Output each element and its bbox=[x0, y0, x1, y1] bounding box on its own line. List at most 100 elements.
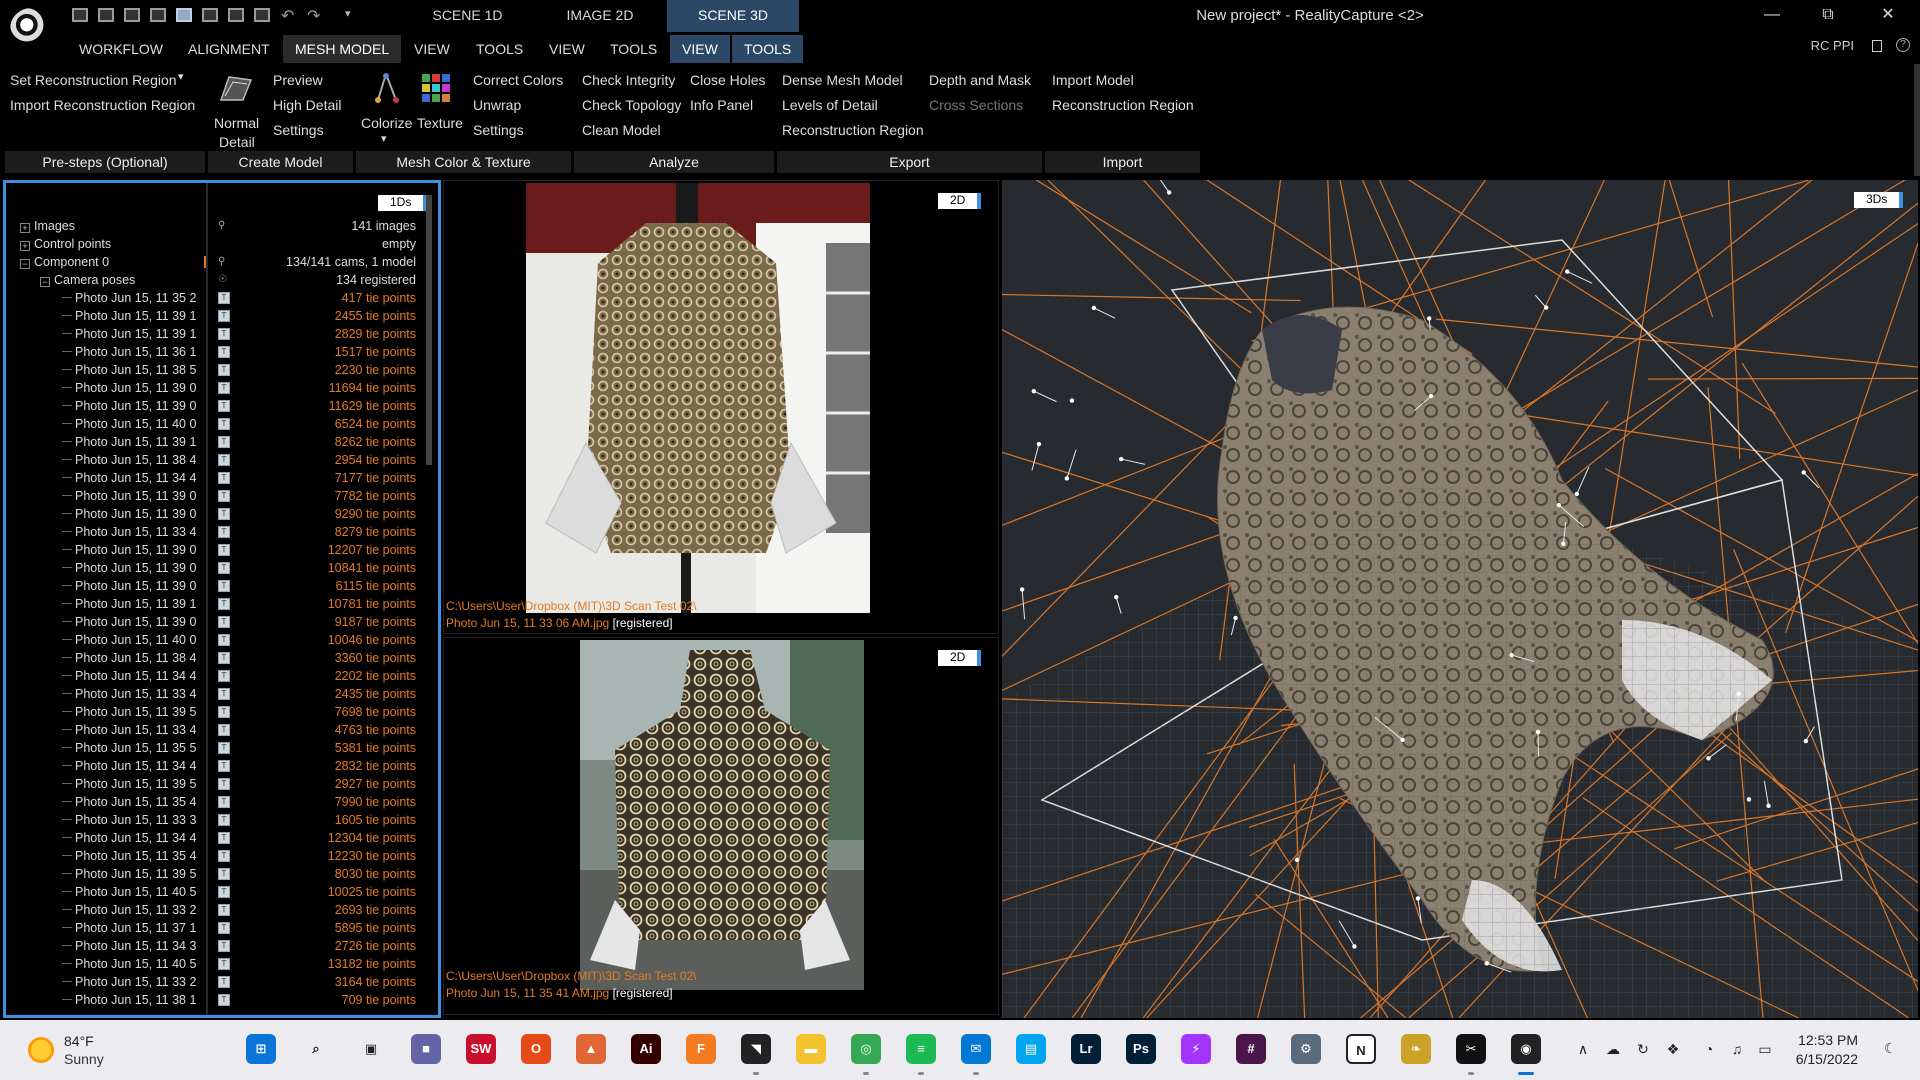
image-thumbnail-icon[interactable]: T bbox=[218, 742, 230, 754]
tab-image-2d[interactable]: IMAGE 2D bbox=[535, 0, 665, 32]
camera-pose-row[interactable]: Photo Jun 15, 11 39 0 bbox=[62, 379, 206, 397]
image-thumbnail-icon[interactable]: T bbox=[218, 364, 230, 376]
camera-pose-row[interactable]: Photo Jun 15, 11 33 4 bbox=[62, 523, 206, 541]
menu-tools-1[interactable]: TOOLS bbox=[464, 35, 535, 63]
image-thumbnail-icon[interactable]: T bbox=[218, 706, 230, 718]
camera-position-dot[interactable] bbox=[1535, 729, 1541, 735]
realitycapture-logo-icon[interactable] bbox=[10, 8, 52, 50]
camera-pose-row[interactable]: Photo Jun 15, 11 40 0 bbox=[62, 631, 206, 649]
camera-position-dot[interactable] bbox=[1294, 857, 1300, 863]
image-thumbnail-icon[interactable]: T bbox=[218, 778, 230, 790]
layout-1-icon[interactable] bbox=[72, 8, 88, 22]
camera-pose-row[interactable]: Photo Jun 15, 11 39 0 bbox=[62, 577, 206, 595]
camera-position-dot[interactable] bbox=[1801, 470, 1806, 475]
store-icon[interactable]: ▤ bbox=[1016, 1034, 1046, 1064]
camera-pose-row[interactable]: Photo Jun 15, 11 37 1 bbox=[62, 919, 206, 937]
export-reconstruction-region-button[interactable]: Reconstruction Region bbox=[782, 122, 924, 138]
menu-view-2[interactable]: VIEW bbox=[537, 35, 597, 63]
check-integrity-button[interactable]: Check Integrity bbox=[582, 72, 675, 88]
windows-start-icon[interactable]: ⊞ bbox=[246, 1034, 276, 1064]
task-view-icon[interactable]: ▣ bbox=[356, 1034, 386, 1064]
export-cross-sections-button[interactable]: Cross Sections bbox=[929, 97, 1023, 113]
normal-detail-label-1[interactable]: Normal bbox=[214, 115, 259, 131]
check-topology-button[interactable]: Check Topology bbox=[582, 97, 681, 113]
camera-pose-row[interactable]: Photo Jun 15, 11 34 3 bbox=[62, 937, 206, 955]
onedrive-icon[interactable]: ☁ bbox=[1604, 1040, 1622, 1058]
camera-position-dot[interactable] bbox=[1803, 738, 1809, 744]
image-thumbnail-icon[interactable]: T bbox=[218, 418, 230, 430]
camera-position-dot[interactable] bbox=[1561, 541, 1566, 547]
camera-pose-row[interactable]: Photo Jun 15, 11 39 1 bbox=[62, 595, 206, 613]
layout-4-icon[interactable] bbox=[150, 8, 166, 22]
chrome-icon[interactable]: ◎ bbox=[851, 1034, 881, 1064]
camera-pose-row[interactable]: Photo Jun 15, 11 35 4 bbox=[62, 847, 206, 865]
camera-position-dot[interactable] bbox=[1509, 652, 1514, 658]
battery-icon[interactable]: ▭ bbox=[1756, 1040, 1774, 1058]
fusion360-icon[interactable]: F bbox=[686, 1034, 716, 1064]
export-depth-and-mask-button[interactable]: Depth and Mask bbox=[929, 72, 1031, 88]
expand-toggle-icon[interactable]: + bbox=[20, 241, 30, 251]
layout-3-icon[interactable] bbox=[124, 8, 140, 22]
camera-position-dot[interactable] bbox=[1031, 388, 1037, 394]
camera-position-dot[interactable] bbox=[1556, 502, 1562, 508]
menu-view-3[interactable]: VIEW bbox=[670, 35, 730, 63]
scene-3d-panel[interactable]: 3Ds bbox=[1002, 180, 1918, 1018]
camera-position-dot[interactable] bbox=[1064, 476, 1070, 481]
ribbon-scrollbar[interactable] bbox=[1914, 64, 1920, 176]
wifi-icon[interactable]: ◔ bbox=[1700, 1040, 1718, 1058]
image-thumbnail-icon[interactable]: T bbox=[218, 382, 230, 394]
messenger-icon[interactable]: ⚡ bbox=[1181, 1034, 1211, 1064]
view-badge-1ds[interactable]: 1Ds bbox=[378, 195, 428, 211]
scene-1d-panel[interactable]: + Images + Control points − Component 0− Camer… bbox=[3, 180, 441, 1018]
tray-chevron-icon[interactable]: ∧ bbox=[1574, 1040, 1592, 1058]
notion-icon[interactable]: N bbox=[1346, 1034, 1376, 1064]
clean-model-button[interactable]: Clean Model bbox=[582, 122, 661, 138]
tree-row-control-points[interactable]: + Control points bbox=[20, 235, 111, 253]
export-levels-of-detail-button[interactable]: Levels of Detail bbox=[782, 97, 878, 113]
image-thumbnail-icon[interactable]: T bbox=[218, 976, 230, 988]
camera-pose-row[interactable]: Photo Jun 15, 11 39 0 bbox=[62, 613, 206, 631]
camera-pose-row[interactable]: Photo Jun 15, 11 39 0 bbox=[62, 487, 206, 505]
menu-view-1[interactable]: VIEW bbox=[402, 35, 462, 63]
tree-row-camera-poses[interactable]: − Camera poses bbox=[40, 271, 135, 289]
view-badge-2d-bottom[interactable]: 2D bbox=[938, 650, 982, 666]
camera-pose-row[interactable]: Photo Jun 15, 11 35 2 bbox=[62, 289, 206, 307]
camera-position-dot[interactable] bbox=[1069, 398, 1075, 403]
image-2d-panel-top[interactable]: 2D C:\Users\User\Dropbox (MIT)\3D Scan T… bbox=[443, 180, 999, 634]
image-thumbnail-icon[interactable]: T bbox=[218, 850, 230, 862]
camera-pose-row[interactable]: Photo Jun 15, 11 38 4 bbox=[62, 451, 206, 469]
spotify-icon[interactable]: ≡ bbox=[906, 1034, 936, 1064]
export-dense-mesh-button[interactable]: Dense Mesh Model bbox=[782, 72, 903, 88]
camera-position-dot[interactable] bbox=[1746, 797, 1752, 802]
camera-position-dot[interactable] bbox=[1114, 594, 1119, 600]
realitycapture-icon[interactable]: ◉ bbox=[1511, 1034, 1541, 1064]
illustrator-icon[interactable]: Ai bbox=[631, 1034, 661, 1064]
mail-icon[interactable]: ✉ bbox=[961, 1034, 991, 1064]
camera-pose-row[interactable]: Photo Jun 15, 11 33 2 bbox=[62, 973, 206, 991]
menu-workflow[interactable]: WORKFLOW bbox=[67, 35, 175, 63]
mesh-color-settings-button[interactable]: Settings bbox=[473, 122, 524, 138]
image-thumbnail-icon[interactable]: T bbox=[218, 346, 230, 358]
panel-1d-scrollbar[interactable] bbox=[426, 195, 432, 465]
camera-pose-row[interactable]: Photo Jun 15, 11 33 2 bbox=[62, 901, 206, 919]
view-badge-3ds[interactable]: 3Ds bbox=[1854, 192, 1904, 208]
layout-2-icon[interactable] bbox=[98, 8, 114, 22]
scene-3d-viewport[interactable] bbox=[1002, 180, 1918, 1018]
camera-pose-row[interactable]: Photo Jun 15, 11 33 3 bbox=[62, 811, 206, 829]
camera-pose-row[interactable]: Photo Jun 15, 11 39 1 bbox=[62, 325, 206, 343]
image-thumbnail-icon[interactable]: T bbox=[218, 598, 230, 610]
lightroom-icon[interactable]: Lr bbox=[1071, 1034, 1101, 1064]
import-reconstruction-region-ribbon-button[interactable]: Reconstruction Region bbox=[1052, 97, 1194, 113]
dropbox-icon[interactable]: ❖ bbox=[1664, 1040, 1682, 1058]
image-thumbnail-icon[interactable]: T bbox=[218, 526, 230, 538]
camera-pose-row[interactable]: Photo Jun 15, 11 39 5 bbox=[62, 865, 206, 883]
weather-description[interactable]: Sunny bbox=[64, 1051, 104, 1067]
tab-scene-3d[interactable]: SCENE 3D bbox=[667, 0, 799, 32]
menu-mesh-model[interactable]: MESH MODEL bbox=[283, 35, 402, 63]
camera-pose-row[interactable]: Photo Jun 15, 11 39 0 bbox=[62, 397, 206, 415]
search-icon[interactable]: ⌕ bbox=[301, 1034, 331, 1064]
camera-position-dot[interactable] bbox=[1415, 896, 1421, 901]
clock-date[interactable]: 6/15/2022 bbox=[1796, 1051, 1858, 1067]
image-thumbnail-icon[interactable]: T bbox=[218, 760, 230, 772]
camera-pose-row[interactable]: Photo Jun 15, 11 36 1 bbox=[62, 343, 206, 361]
